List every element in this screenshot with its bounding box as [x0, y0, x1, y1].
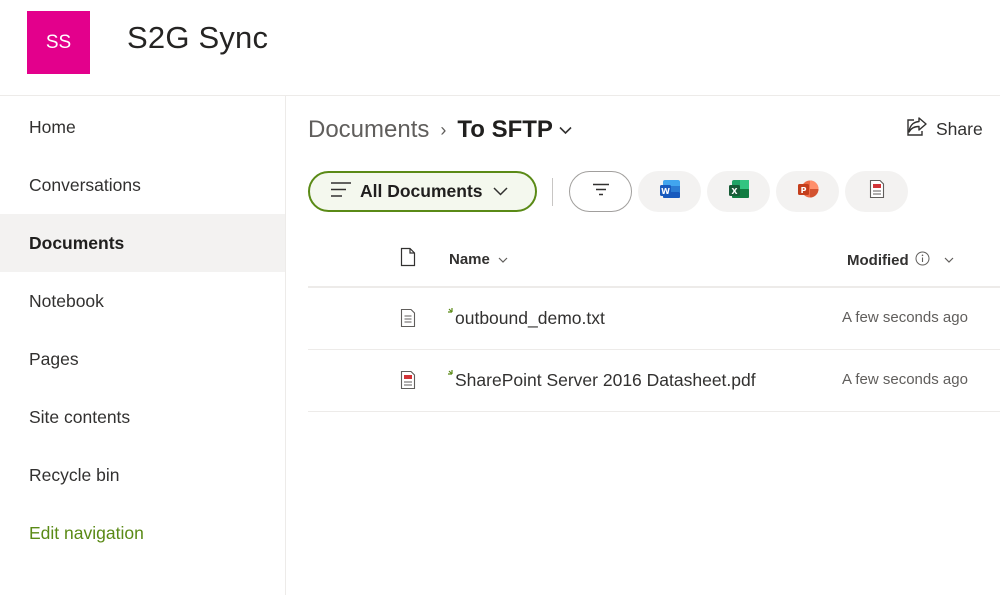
share-icon: [906, 117, 936, 141]
nav-item-conversations[interactable]: Conversations: [0, 156, 285, 214]
site-title[interactable]: S2G Sync: [127, 20, 268, 56]
breadcrumb: Documents › To SFTP: [308, 115, 572, 145]
nav-item-home[interactable]: Home: [0, 98, 285, 156]
document-list-header: Name Modified: [308, 234, 1000, 288]
svg-text:P: P: [800, 186, 806, 195]
text-file-icon: [400, 308, 416, 333]
file-name-link[interactable]: outbound_demo.txt: [455, 308, 605, 329]
new-pdf-button[interactable]: [845, 171, 908, 212]
new-word-document-button[interactable]: W: [638, 171, 701, 212]
name-column-header[interactable]: Name: [449, 251, 508, 268]
chevron-down-icon: [493, 184, 508, 199]
view-switcher-label: All Documents: [360, 181, 483, 201]
svg-text:X: X: [731, 187, 738, 196]
word-icon: W: [659, 179, 681, 204]
pdf-file-icon: [400, 370, 416, 395]
chevron-down-icon[interactable]: [559, 122, 572, 138]
name-column-label: Name: [449, 251, 490, 268]
chevron-down-icon: [944, 255, 954, 267]
chevron-down-icon: [498, 255, 508, 267]
list-view-icon: [330, 181, 352, 203]
document-row[interactable]: outbound_demo.txt A few seconds ago: [308, 288, 1000, 350]
nav-item-documents[interactable]: Documents: [0, 214, 285, 272]
share-button[interactable]: Share: [906, 116, 983, 142]
modified-time: A few seconds ago: [842, 309, 968, 326]
new-powerpoint-button[interactable]: P: [776, 171, 839, 212]
info-icon[interactable]: [915, 251, 930, 270]
nav-item-notebook[interactable]: Notebook: [0, 272, 285, 330]
site-header: SS S2G Sync: [0, 0, 1000, 96]
main-content: Documents › To SFTP Share All Documents …: [286, 96, 1000, 595]
file-type-column-header[interactable]: [400, 247, 416, 272]
nav-item-site-contents[interactable]: Site contents: [0, 388, 285, 446]
filter-button[interactable]: [569, 171, 632, 212]
share-label: Share: [936, 118, 983, 139]
excel-icon: X: [728, 179, 750, 204]
file-name-link[interactable]: SharePoint Server 2016 Datasheet.pdf: [455, 370, 756, 391]
breadcrumb-root-link[interactable]: Documents: [308, 116, 429, 144]
left-navigation: Home Conversations Documents Notebook Pa…: [0, 96, 286, 595]
modified-time: A few seconds ago: [842, 371, 968, 388]
svg-text:W: W: [661, 187, 670, 196]
document-row[interactable]: SharePoint Server 2016 Datasheet.pdf A f…: [308, 350, 1000, 412]
view-switcher-button[interactable]: All Documents: [308, 171, 537, 212]
site-logo[interactable]: SS: [27, 11, 90, 74]
filter-icon: [592, 183, 610, 201]
toolbar-divider: [552, 178, 553, 206]
edit-navigation-link[interactable]: Edit navigation: [0, 504, 285, 562]
breadcrumb-current-folder[interactable]: To SFTP: [457, 116, 553, 144]
new-excel-workbook-button[interactable]: X: [707, 171, 770, 212]
chevron-right-icon: ›: [440, 119, 447, 140]
pdf-icon: [869, 179, 885, 204]
modified-column-header[interactable]: Modified: [847, 251, 954, 270]
nav-item-pages[interactable]: Pages: [0, 330, 285, 388]
powerpoint-icon: P: [797, 179, 819, 204]
nav-item-recycle-bin[interactable]: Recycle bin: [0, 446, 285, 504]
modified-column-label: Modified: [847, 252, 909, 269]
